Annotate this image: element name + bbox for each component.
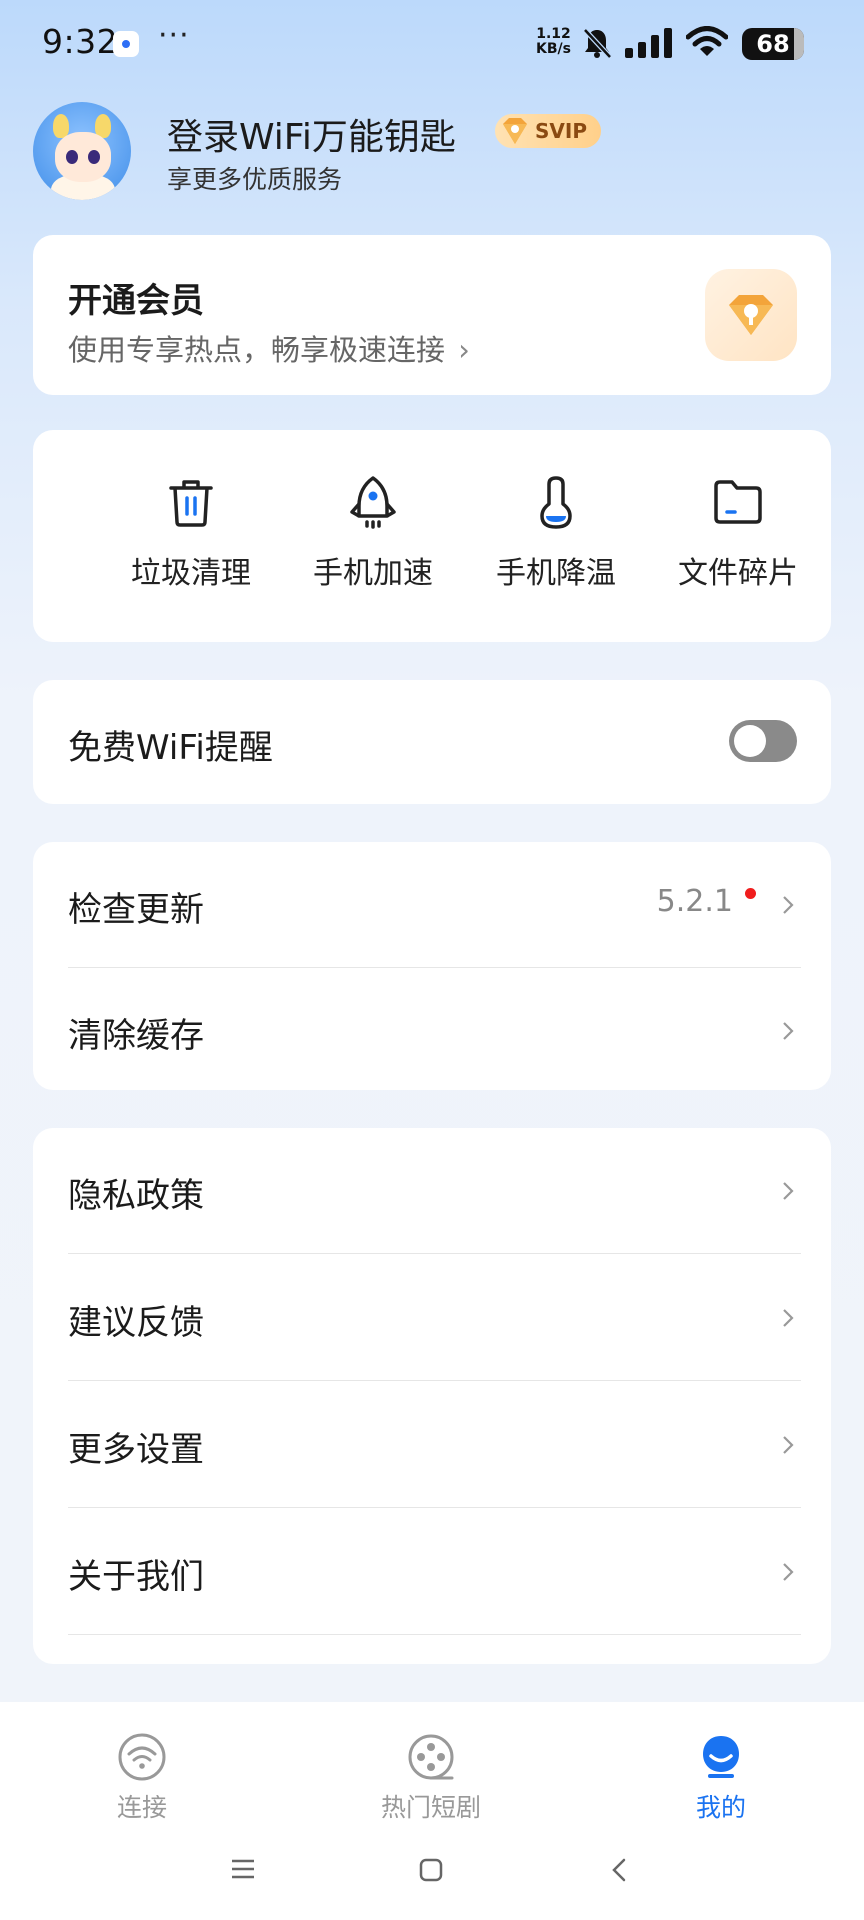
wifi-status-icon: [686, 26, 728, 56]
tool-label: 手机加速: [313, 556, 433, 591]
profile-header[interactable]: 登录WiFi万能钥匙 SVIP 享更多优质服务: [33, 102, 833, 202]
tab-label: 我的: [695, 1793, 746, 1822]
divider: [68, 1634, 801, 1635]
wifi-reminder-card: 免费WiFi提醒: [33, 680, 831, 804]
feedback-label: 建议反馈: [68, 1303, 204, 1343]
tools-card: 垃圾清理 手机加速 手机降温 文件碎片: [33, 430, 831, 642]
tab-label: 热门短剧: [380, 1793, 481, 1822]
tool-label: 手机降温: [496, 556, 616, 591]
more-notifications-icon: ···: [158, 18, 190, 53]
svip-badge: SVIP: [495, 114, 601, 148]
divider: [68, 1253, 801, 1254]
avatar-eye-right: [88, 150, 100, 164]
home-icon[interactable]: [419, 1858, 443, 1882]
tab-hot-shorts[interactable]: 热门短剧: [341, 1732, 521, 1824]
update-badge-dot: [745, 888, 756, 899]
battery-indicator: 68: [742, 28, 804, 60]
chevron-right-icon: ›: [458, 333, 470, 367]
status-time: 9:32: [42, 22, 119, 61]
wifi-reminder-toggle[interactable]: [729, 720, 797, 762]
network-speed-value: 1.12: [536, 26, 571, 42]
login-subtitle: 享更多优质服务: [167, 165, 343, 194]
membership-subtitle-text: 使用专享热点，畅享极速连接: [68, 333, 446, 367]
clear-cache-row[interactable]: 清除缓存: [33, 968, 831, 1094]
film-reel-icon: [408, 1734, 454, 1780]
about-us-row[interactable]: 关于我们: [33, 1509, 831, 1635]
chevron-right-icon: [783, 896, 794, 914]
folder-icon: [714, 480, 762, 524]
privacy-policy-label: 隐私政策: [68, 1176, 204, 1216]
notification-app-icon: [113, 31, 139, 57]
privacy-policy-row[interactable]: 隐私政策: [33, 1128, 831, 1254]
chevron-right-icon: [783, 1182, 794, 1200]
more-settings-label: 更多设置: [68, 1430, 204, 1470]
avatar[interactable]: [33, 102, 131, 200]
wifi-icon: [118, 1733, 166, 1781]
chevron-right-icon: [783, 1022, 794, 1040]
settings-card: 隐私政策 建议反馈 更多设置 关于我们: [33, 1128, 831, 1664]
chevron-right-icon: [783, 1563, 794, 1581]
tool-phone-cooling[interactable]: 手机降温: [466, 474, 646, 592]
signal-icon: [625, 28, 672, 58]
avatar-eye-left: [66, 150, 78, 164]
chevron-right-icon: [783, 1309, 794, 1327]
status-bar: 9:32 ··· 1.12 KB/s 68: [0, 0, 864, 88]
avatar-face: [55, 132, 111, 182]
rocket-icon: [350, 476, 396, 529]
divider: [68, 1380, 801, 1381]
tool-trash-cleanup[interactable]: 垃圾清理: [101, 474, 281, 592]
membership-subtitle: 使用专享热点，畅享极速连接 ›: [68, 327, 470, 369]
back-icon[interactable]: [610, 1858, 628, 1882]
network-speed-unit: KB/s: [536, 41, 571, 57]
feedback-row[interactable]: 建议反馈: [33, 1255, 831, 1381]
toggle-knob: [734, 725, 766, 757]
chevron-right-icon: [783, 1436, 794, 1454]
bottom-nav: 连接 热门短剧 我的: [0, 1702, 864, 1920]
tool-label: 文件碎片: [678, 556, 798, 591]
profile-icon: [703, 1736, 739, 1778]
tab-label: 连接: [116, 1793, 167, 1822]
tool-label: 垃圾清理: [131, 556, 251, 591]
divider: [68, 1507, 801, 1508]
check-update-row[interactable]: 检查更新 5.2.1: [33, 842, 831, 968]
update-card: 检查更新 5.2.1 清除缓存: [33, 842, 831, 1090]
check-update-label: 检查更新: [68, 890, 204, 930]
about-us-label: 关于我们: [68, 1557, 204, 1597]
wifi-reminder-label: 免费WiFi提醒: [68, 728, 273, 768]
trash-icon: [169, 480, 213, 527]
svip-label: SVIP: [535, 119, 587, 143]
thermometer-icon: [540, 476, 572, 529]
menu-icon[interactable]: [230, 1858, 256, 1880]
network-speed: 1.12 KB/s: [536, 27, 571, 57]
tool-file-fragments[interactable]: 文件碎片: [648, 474, 828, 592]
clear-cache-label: 清除缓存: [68, 1016, 204, 1056]
battery-level: 68: [756, 30, 790, 58]
bell-muted-icon: [583, 28, 612, 59]
membership-card[interactable]: 开通会员 使用专享热点，畅享极速连接 ›: [33, 235, 831, 395]
more-settings-row[interactable]: 更多设置: [33, 1382, 831, 1508]
tool-phone-boost[interactable]: 手机加速: [283, 474, 463, 592]
login-title[interactable]: 登录WiFi万能钥匙: [167, 108, 456, 160]
vip-diamond-badge: [705, 269, 797, 361]
membership-title: 开通会员: [68, 281, 204, 321]
diamond-key-icon: [729, 295, 773, 335]
version-number: 5.2.1: [656, 884, 733, 919]
tab-mine[interactable]: 我的: [631, 1732, 811, 1824]
tab-connect[interactable]: 连接: [52, 1732, 232, 1824]
diamond-icon: [503, 118, 527, 144]
